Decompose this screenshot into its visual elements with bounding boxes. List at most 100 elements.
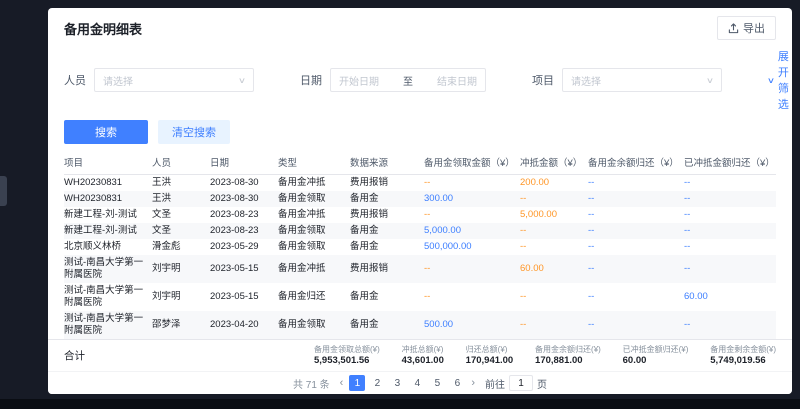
summary-item-value: 170,881.00 [535, 355, 601, 367]
page-button[interactable]: 4 [409, 375, 425, 391]
offset-amount-cell: 60.00 [520, 255, 588, 283]
date-cell: 2023-05-29 [210, 239, 278, 255]
received-amount-cell: -- [424, 175, 520, 192]
type-cell: 备用金领取 [278, 311, 350, 339]
column-header: 备用金领取金额（¥） [424, 150, 520, 175]
received-amount-cell: 500,000.00 [424, 239, 520, 255]
export-button-label: 导出 [743, 20, 765, 36]
page-button[interactable]: 2 [369, 375, 385, 391]
column-header: 已冲抵金额归还（¥） [684, 150, 776, 175]
expand-filters-link[interactable]: ∨ 展开筛选 [768, 48, 789, 112]
offset-return-cell: -- [684, 223, 776, 239]
pager: ‹ 123456 › [338, 375, 477, 391]
source-cell: 备用金 [350, 191, 424, 207]
next-page-icon[interactable]: › [469, 377, 477, 389]
summary-item-value: 170,941.00 [466, 355, 514, 367]
received-amount-cell: 300.00 [424, 191, 520, 207]
received-amount-cell: 5,000.00 [424, 223, 520, 239]
date-range-picker[interactable]: 开始日期 至 结束日期 [330, 68, 486, 92]
balance-return-cell: -- [588, 223, 684, 239]
project-cell: 北京顺义林桥 [64, 239, 152, 255]
clear-search-button[interactable]: 清空搜索 [158, 120, 230, 144]
summary-item-value: 43,601.00 [402, 355, 444, 367]
project-cell: 测试-南昌大学第一附属医院 [64, 283, 152, 311]
petty-cash-report-card: 备用金明细表 导出 人员 请选择 ∨ 日期 [48, 8, 792, 394]
date-cell: 2023-04-20 [210, 311, 278, 339]
summary-item: 备用金余额归还(¥)170,881.00 [535, 344, 601, 367]
collapsed-sidebar-handle[interactable] [0, 176, 7, 206]
total-count-text: 共 71 条 [293, 376, 330, 391]
page-button[interactable]: 6 [449, 375, 465, 391]
table-row: 新建工程-刘-测试文圣2023-08-23备用金冲抵费用报销--5,000.00… [64, 207, 776, 223]
offset-amount-cell: -- [520, 191, 588, 207]
taskbar-strip [0, 399, 800, 409]
summary-item: 已冲抵金额归还(¥)60.00 [623, 344, 689, 367]
date-cell: 2023-05-15 [210, 283, 278, 311]
offset-return-cell: -- [684, 311, 776, 339]
column-header: 数据来源 [350, 150, 424, 175]
summary-total-label: 合计 [64, 348, 85, 363]
person-select[interactable]: 请选择 ∨ [94, 68, 254, 92]
offset-amount-cell: -- [520, 239, 588, 255]
offset-return-cell: -- [684, 175, 776, 192]
summary-item: 冲抵总额(¥)43,601.00 [402, 344, 444, 367]
person-cell: 文圣 [152, 223, 210, 239]
summary-item-value: 5,953,501.56 [314, 355, 380, 367]
page-button[interactable]: 3 [389, 375, 405, 391]
summary-item-value: 60.00 [623, 355, 689, 367]
summary-item-label: 冲抵总额(¥) [402, 344, 444, 355]
column-header: 项目 [64, 150, 152, 175]
project-select[interactable]: 请选择 ∨ [562, 68, 722, 92]
date-range-separator: 至 [403, 73, 413, 88]
received-amount-cell: -- [424, 283, 520, 311]
person-select-placeholder: 请选择 [103, 73, 133, 88]
goto-page-input[interactable] [509, 375, 533, 391]
summary-item-label: 备用金剩余金额(¥) [710, 344, 776, 355]
person-cell: 王洪 [152, 191, 210, 207]
type-cell: 备用金领取 [278, 223, 350, 239]
offset-return-cell: -- [684, 191, 776, 207]
balance-return-cell: -- [588, 255, 684, 283]
column-header: 日期 [210, 150, 278, 175]
summary-item-label: 归还总额(¥) [466, 344, 514, 355]
column-header: 冲抵金额（¥） [520, 150, 588, 175]
source-cell: 费用报销 [350, 207, 424, 223]
table-row: WH20230831王洪2023-08-30备用金领取备用金300.00----… [64, 191, 776, 207]
page-button[interactable]: 1 [349, 375, 365, 391]
table-header-row: 项目人员日期类型数据来源备用金领取金额（¥）冲抵金额（¥）备用金余额归还（¥）已… [64, 150, 776, 175]
project-filter-label: 项目 [532, 72, 554, 88]
offset-return-cell: 60.00 [684, 283, 776, 311]
project-select-placeholder: 请选择 [571, 73, 601, 88]
project-cell: 新建工程-刘-测试 [64, 223, 152, 239]
offset-amount-cell: 5,000.00 [520, 207, 588, 223]
person-cell: 文圣 [152, 207, 210, 223]
date-cell: 2023-05-15 [210, 255, 278, 283]
prev-page-icon[interactable]: ‹ [338, 377, 346, 389]
export-button[interactable]: 导出 [717, 16, 776, 40]
type-cell: 备用金领取 [278, 191, 350, 207]
balance-return-cell: -- [588, 191, 684, 207]
source-cell: 费用报销 [350, 175, 424, 192]
date-end-placeholder: 结束日期 [437, 73, 477, 88]
offset-return-cell: -- [684, 239, 776, 255]
person-cell: 刘宇明 [152, 283, 210, 311]
type-cell: 备用金冲抵 [278, 207, 350, 223]
project-cell: 测试-南昌大学第一附属医院 [64, 255, 152, 283]
date-cell: 2023-08-23 [210, 207, 278, 223]
page-button[interactable]: 5 [429, 375, 445, 391]
source-cell: 备用金 [350, 223, 424, 239]
table-row: 北京顺义林桥滑金彪2023-05-29备用金领取备用金500,000.00---… [64, 239, 776, 255]
table-row: 测试-南昌大学第一附属医院刘宇明2023-05-15备用金冲抵费用报销--60.… [64, 255, 776, 283]
type-cell: 备用金领取 [278, 239, 350, 255]
goto-prefix: 前往 [485, 376, 505, 391]
received-amount-cell: 500.00 [424, 311, 520, 339]
received-amount-cell: -- [424, 207, 520, 223]
summary-item: 归还总额(¥)170,941.00 [466, 344, 514, 367]
data-table: 项目人员日期类型数据来源备用金领取金额（¥）冲抵金额（¥）备用金余额归还（¥）已… [48, 150, 792, 339]
balance-return-cell: -- [588, 311, 684, 339]
table-row: WH20230831王洪2023-08-30备用金冲抵费用报销--200.00-… [64, 175, 776, 192]
column-header: 备用金余额归还（¥） [588, 150, 684, 175]
search-button[interactable]: 搜索 [64, 120, 148, 144]
type-cell: 备用金冲抵 [278, 175, 350, 192]
table-row: 测试-南昌大学第一附属医院刘宇明2023-05-15备用金归还备用金------… [64, 283, 776, 311]
